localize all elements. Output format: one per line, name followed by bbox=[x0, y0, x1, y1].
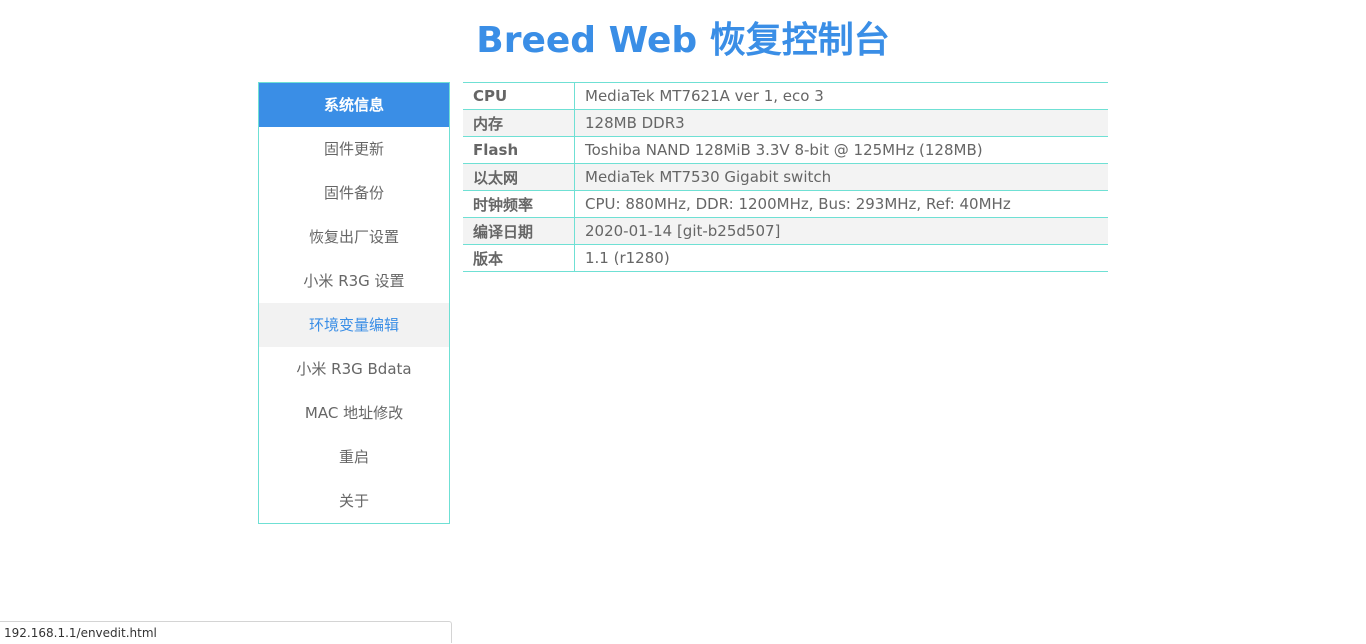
sidebar-item-factory-reset[interactable]: 恢复出厂设置 bbox=[259, 215, 449, 259]
sidebar-menu: 系统信息 固件更新 固件备份 恢复出厂设置 小米 R3G 设置 环境变量编辑 小… bbox=[258, 82, 450, 524]
table-row: 以太网 MediaTek MT7530 Gigabit switch bbox=[463, 163, 1108, 191]
info-key-build-date: 编译日期 bbox=[463, 217, 575, 245]
info-key-memory: 内存 bbox=[463, 109, 575, 137]
table-row: 编译日期 2020-01-14 [git-b25d507] bbox=[463, 217, 1108, 245]
breed-web-console: Breed Web 恢复控制台 系统信息 固件更新 固件备份 恢复出厂设置 小米… bbox=[0, 0, 1366, 644]
info-value-build-date: 2020-01-14 [git-b25d507] bbox=[574, 217, 1108, 245]
table-row: 内存 128MB DDR3 bbox=[463, 109, 1108, 137]
sidebar-item-about[interactable]: 关于 bbox=[259, 479, 449, 523]
info-value-cpu: MediaTek MT7621A ver 1, eco 3 bbox=[574, 82, 1108, 110]
sidebar-item-mac-edit[interactable]: MAC 地址修改 bbox=[259, 391, 449, 435]
info-key-clock: 时钟频率 bbox=[463, 190, 575, 218]
info-key-ethernet: 以太网 bbox=[463, 163, 575, 191]
sidebar-item-env-edit[interactable]: 环境变量编辑 bbox=[259, 303, 449, 347]
sidebar-item-reboot[interactable]: 重启 bbox=[259, 435, 449, 479]
table-row: 版本 1.1 (r1280) bbox=[463, 244, 1108, 272]
table-row: CPU MediaTek MT7621A ver 1, eco 3 bbox=[463, 82, 1108, 110]
info-key-version: 版本 bbox=[463, 244, 575, 272]
system-info-table: CPU MediaTek MT7621A ver 1, eco 3 内存 128… bbox=[463, 82, 1108, 272]
info-key-cpu: CPU bbox=[463, 82, 575, 110]
sidebar-item-system-info[interactable]: 系统信息 bbox=[259, 83, 449, 127]
info-value-flash: Toshiba NAND 128MiB 3.3V 8-bit @ 125MHz … bbox=[574, 136, 1108, 164]
table-row: 时钟频率 CPU: 880MHz, DDR: 1200MHz, Bus: 293… bbox=[463, 190, 1108, 218]
info-value-ethernet: MediaTek MT7530 Gigabit switch bbox=[574, 163, 1108, 191]
info-value-version: 1.1 (r1280) bbox=[574, 244, 1108, 272]
info-value-memory: 128MB DDR3 bbox=[574, 109, 1108, 137]
table-row: Flash Toshiba NAND 128MiB 3.3V 8-bit @ 1… bbox=[463, 136, 1108, 164]
sidebar-item-xiaomi-r3g-settings[interactable]: 小米 R3G 设置 bbox=[259, 259, 449, 303]
sidebar-item-firmware-update[interactable]: 固件更新 bbox=[259, 127, 449, 171]
info-value-clock: CPU: 880MHz, DDR: 1200MHz, Bus: 293MHz, … bbox=[574, 190, 1108, 218]
browser-status-bar: 192.168.1.1/envedit.html bbox=[0, 621, 452, 643]
page-title: Breed Web 恢复控制台 bbox=[476, 20, 890, 61]
info-key-flash: Flash bbox=[463, 136, 575, 164]
sidebar-item-firmware-backup[interactable]: 固件备份 bbox=[259, 171, 449, 215]
sidebar-item-xiaomi-r3g-bdata[interactable]: 小米 R3G Bdata bbox=[259, 347, 449, 391]
